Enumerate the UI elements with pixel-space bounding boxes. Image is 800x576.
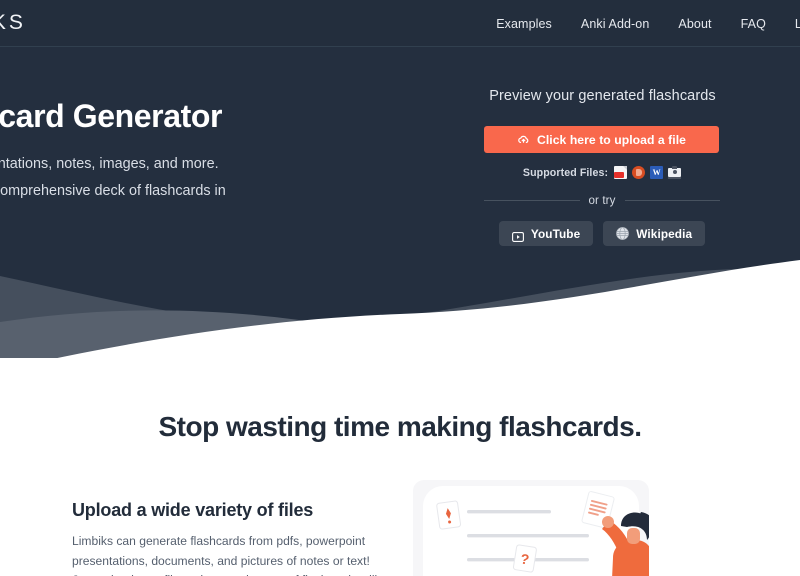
or-try-label: or try	[588, 194, 616, 207]
navbar: LIMBIKS Examples Anki Add-on About FAQ L…	[0, 0, 800, 47]
upload-panel: Preview your generated flashcards Click …	[484, 88, 721, 246]
image-file-icon	[668, 166, 682, 179]
feature-upload-files: Upload a wide variety of files Limbiks c…	[72, 500, 392, 576]
hero-section: AI Flashcard Generator Upload pdfs, pres…	[0, 0, 800, 360]
wikipedia-button[interactable]: Wikipedia	[603, 221, 706, 246]
nav-link-examples[interactable]: Examples	[496, 17, 552, 31]
powerpoint-file-icon	[632, 166, 646, 179]
supported-files-label: Supported Files:	[522, 166, 609, 179]
word-file-icon: W	[650, 166, 664, 179]
nav-links: Examples Anki Add-on About FAQ Login	[496, 0, 800, 47]
divider-line-right	[624, 200, 721, 201]
supported-files: Supported Files: W	[484, 166, 720, 179]
features-section: Stop wasting time making flashcards. Upl…	[0, 358, 800, 576]
divider-line-left	[484, 200, 580, 201]
hero-subtitle-line-1: Upload pdfs, presentations, notes, image…	[0, 155, 219, 172]
hero-copy: AI Flashcard Generator Upload pdfs, pres…	[0, 98, 337, 203]
nav-link-login[interactable]: Login	[795, 17, 800, 31]
hero-subtitle-line-2: Limbiks creates a comprehensive deck of …	[0, 183, 226, 200]
brand-logo[interactable]: LIMBIKS	[0, 11, 26, 35]
youtube-button[interactable]: YouTube	[498, 221, 594, 246]
feature-title: Upload a wide variety of files	[72, 500, 314, 520]
upload-file-button-label: Click here to upload a file	[537, 132, 686, 147]
or-try-divider: or try	[484, 194, 721, 207]
feature-illustration: ?	[413, 480, 649, 576]
nav-link-about[interactable]: About	[678, 17, 711, 31]
youtube-button-label: YouTube	[530, 226, 581, 241]
supported-file-icon-list: W	[614, 166, 682, 179]
section-title: Stop wasting time making flashcards.	[158, 411, 642, 442]
cloud-upload-icon	[517, 133, 530, 146]
upload-file-button[interactable]: Click here to upload a file	[484, 126, 719, 153]
page-title: AI Flashcard Generator	[0, 98, 223, 134]
upload-panel-heading: Preview your generated flashcards	[489, 88, 716, 104]
wikipedia-button-label: Wikipedia	[636, 226, 693, 241]
youtube-play-icon	[511, 229, 524, 242]
pdf-file-icon	[614, 166, 628, 179]
landing-page: AI Flashcard Generator Upload pdfs, pres…	[0, 0, 800, 576]
nav-link-faq[interactable]: FAQ	[741, 17, 766, 31]
wikipedia-globe-icon	[616, 227, 630, 240]
alternate-source-buttons: YouTube Wikipedia	[484, 221, 720, 246]
feature-body: Limbiks can generate flashcards from pdf…	[72, 534, 377, 576]
nav-link-anki-addon[interactable]: Anki Add-on	[581, 17, 650, 31]
